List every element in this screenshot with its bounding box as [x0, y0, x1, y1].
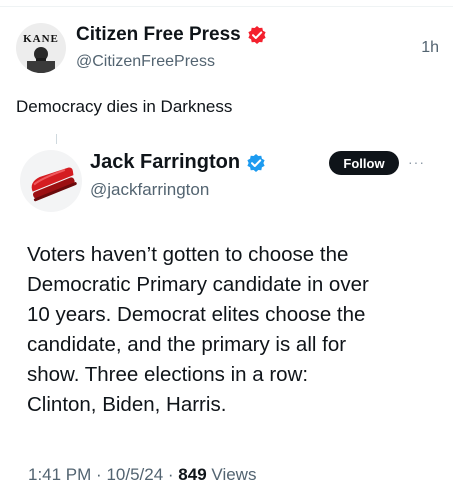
post-time[interactable]: 1:41 PM [28, 465, 91, 484]
views-label: Views [211, 465, 257, 484]
top-divider [0, 6, 453, 7]
quoted-display-name[interactable]: Jack Farrington [90, 151, 240, 174]
meta-separator: · [96, 465, 107, 484]
avatar-figure-icon [27, 47, 55, 73]
quoted-author-row: Jack Farrington [90, 151, 266, 174]
post-meta: 1:41 PM · 10/5/24 · 849 Views [28, 465, 256, 485]
quoted-post-text: Voters haven’t gotten to choose the Demo… [27, 243, 369, 416]
verified-badge-icon [247, 25, 267, 45]
post-text: Democracy dies in Darkness [16, 97, 233, 116]
post-time[interactable]: 1h [421, 39, 439, 57]
views-count: 849 [178, 465, 207, 484]
meta-separator: · [167, 465, 179, 484]
post-date[interactable]: 10/5/24 [106, 465, 163, 484]
handle[interactable]: @CitizenFreePress [76, 53, 215, 71]
verified-badge-icon [246, 153, 266, 173]
avatar[interactable]: KANE [16, 23, 66, 73]
more-options-icon[interactable]: ··· [408, 154, 425, 170]
display-name[interactable]: Citizen Free Press [76, 24, 241, 46]
quoted-avatar[interactable] [20, 150, 82, 212]
outer-author-row: Citizen Free Press [76, 24, 267, 46]
thread-mark [56, 134, 57, 144]
red-stapler-icon [31, 167, 77, 202]
follow-button[interactable]: Follow [329, 151, 399, 175]
quoted-handle[interactable]: @jackfarrington [90, 180, 209, 200]
